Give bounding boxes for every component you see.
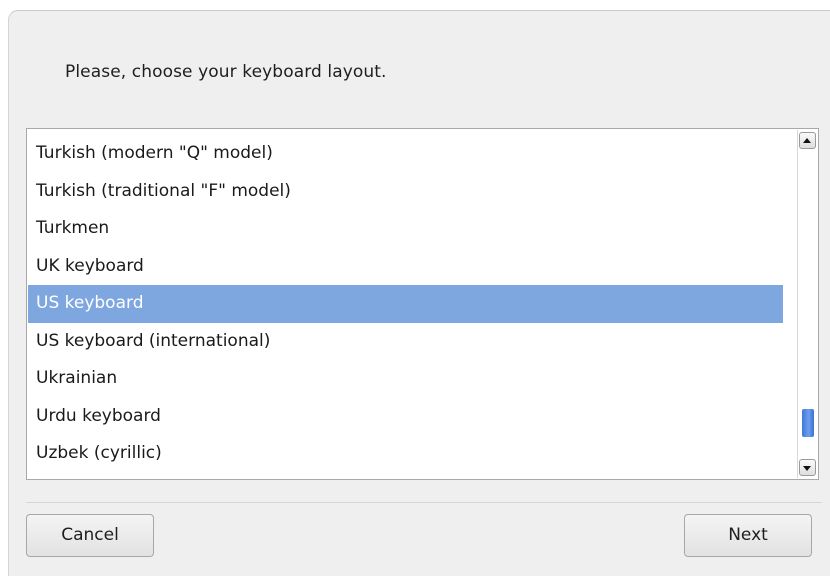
layout-list-items: Turkish (modern "Q" model) Turkish (trad… — [28, 135, 783, 473]
keyboard-layout-list[interactable]: Turkish (modern "Q" model) Turkish (trad… — [26, 128, 819, 480]
button-separator — [26, 502, 822, 503]
scroll-up-button[interactable] — [799, 132, 816, 149]
triangle-down-icon — [803, 466, 811, 471]
list-item[interactable]: Turkish (modern "Q" model) — [28, 135, 783, 173]
keyboard-layout-dialog: Please, choose your keyboard layout. Tur… — [8, 10, 830, 576]
list-item[interactable]: UK keyboard — [28, 248, 783, 286]
list-item[interactable]: Urdu keyboard — [28, 398, 783, 436]
list-item[interactable]: US keyboard (international) — [28, 323, 783, 361]
triangle-up-icon — [803, 138, 811, 143]
dialog-prompt: Please, choose your keyboard layout. — [65, 62, 387, 82]
scroll-track[interactable] — [800, 151, 815, 457]
scroll-down-button[interactable] — [799, 459, 816, 476]
list-item[interactable]: Uzbek (cyrillic) — [28, 435, 783, 473]
next-button[interactable]: Next — [684, 514, 812, 557]
list-item-selected[interactable]: US keyboard — [28, 285, 783, 323]
scroll-thumb[interactable] — [802, 409, 814, 437]
list-item[interactable]: Ukrainian — [28, 360, 783, 398]
list-item[interactable]: Turkish (traditional "F" model) — [28, 173, 783, 211]
list-item[interactable]: Turkmen — [28, 210, 783, 248]
vertical-scrollbar[interactable] — [797, 130, 817, 478]
cancel-button[interactable]: Cancel — [26, 514, 154, 557]
